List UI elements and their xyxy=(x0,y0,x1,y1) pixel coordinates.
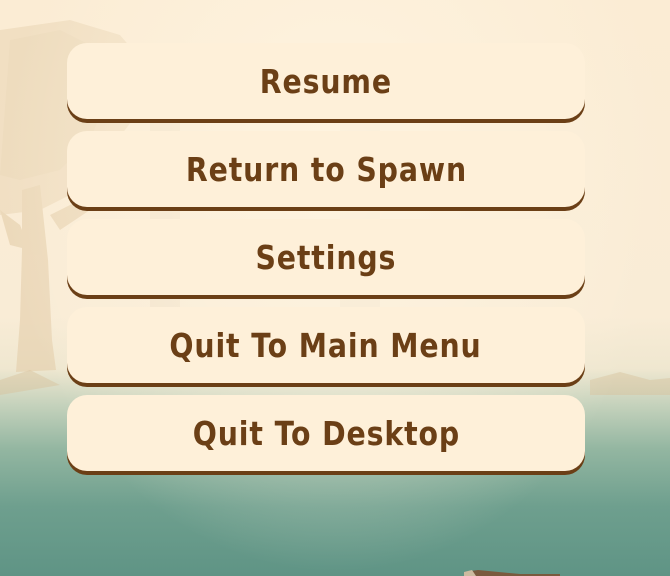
settings-button[interactable]: Settings xyxy=(67,219,585,295)
quit-to-desktop-button-label: Quit To Desktop xyxy=(192,413,460,453)
pause-menu: Resume Return to Spawn Settings Quit To … xyxy=(67,43,585,483)
quit-to-desktop-button[interactable]: Quit To Desktop xyxy=(67,395,585,471)
return-to-spawn-button[interactable]: Return to Spawn xyxy=(67,131,585,207)
settings-button-label: Settings xyxy=(255,237,397,277)
quit-to-main-menu-button[interactable]: Quit To Main Menu xyxy=(67,307,585,383)
resume-button[interactable]: Resume xyxy=(67,43,585,119)
quit-to-main-menu-button-label: Quit To Main Menu xyxy=(169,325,483,365)
resume-button-label: Resume xyxy=(259,61,393,101)
return-to-spawn-button-label: Return to Spawn xyxy=(185,149,467,189)
